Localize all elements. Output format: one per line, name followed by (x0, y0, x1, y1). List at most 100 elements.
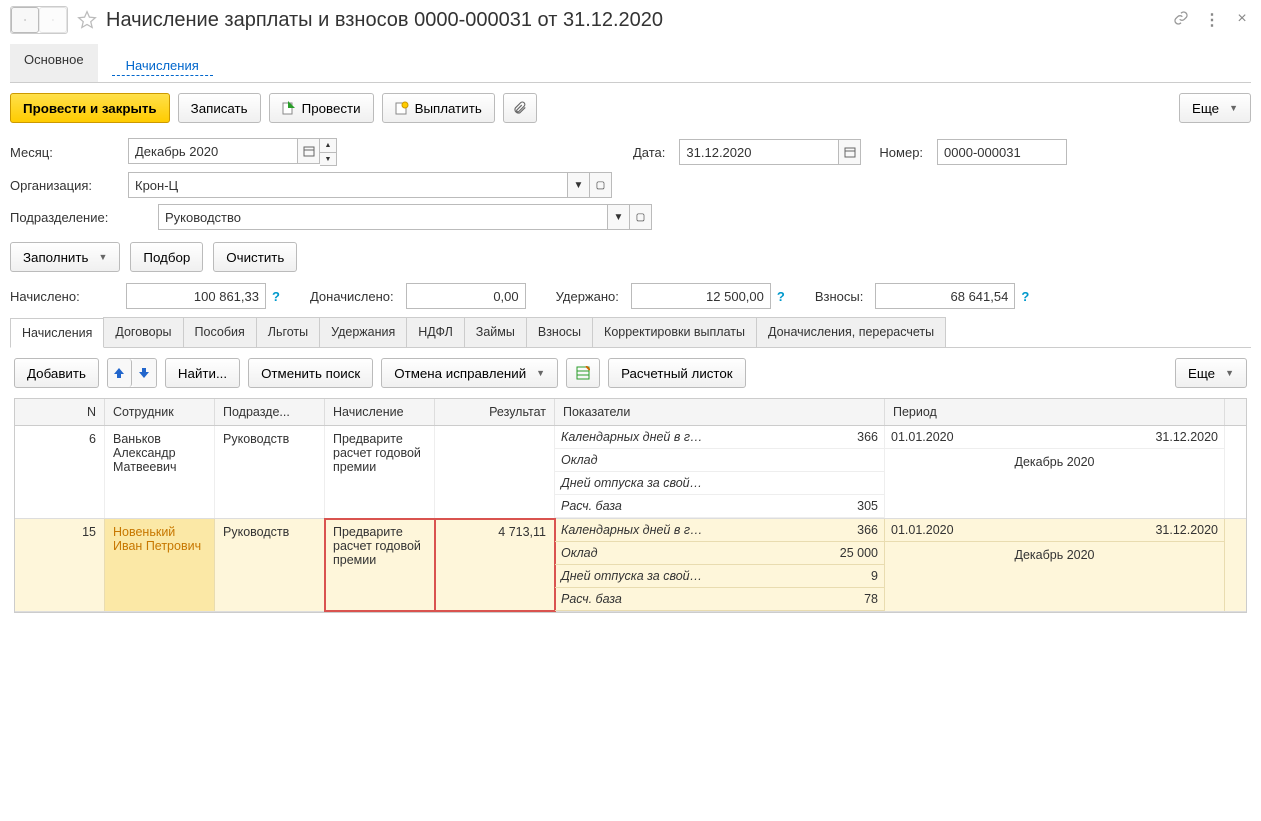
contrib-field[interactable]: 68 641,54 (875, 283, 1015, 309)
indicator-name: Календарных дней в г… (561, 430, 703, 444)
cancel-search-button[interactable]: Отменить поиск (248, 358, 373, 388)
accrued-help-icon[interactable]: ? (272, 289, 280, 304)
cell-period: 01.01.2020 31.12.2020 Декабрь 2020 (885, 519, 1225, 611)
cell-period: 01.01.202031.12.2020Декабрь 2020 (885, 426, 1225, 518)
nav-back-button[interactable] (11, 7, 39, 33)
indicator-value: 305 (857, 499, 878, 513)
clear-button[interactable]: Очистить (213, 242, 297, 272)
period-to: 31.12.2020 (1155, 430, 1218, 444)
save-button[interactable]: Записать (178, 93, 261, 123)
section-tab-5[interactable]: НДФЛ (406, 317, 465, 347)
grid-settings-button[interactable] (566, 358, 600, 388)
section-tab-1[interactable]: Договоры (103, 317, 183, 347)
section-tab-7[interactable]: Взносы (526, 317, 593, 347)
cell-employee: Новенький Иван Петрович (105, 519, 215, 611)
pay-button[interactable]: Выплатить (382, 93, 495, 123)
section-tab-9[interactable]: Доначисления, перерасчеты (756, 317, 946, 347)
indicator-name: Расч. база (561, 499, 622, 513)
attach-button[interactable] (503, 93, 537, 123)
col-header-period[interactable]: Период (885, 399, 1225, 425)
section-tab-0[interactable]: Начисления (10, 318, 104, 348)
close-icon[interactable]: × (1233, 10, 1251, 30)
top-tab-accruals[interactable]: Начисления (112, 50, 213, 76)
section-tab-4[interactable]: Удержания (319, 317, 407, 347)
org-label: Организация: (10, 178, 120, 193)
dept-field[interactable]: Руководство (158, 204, 608, 230)
add-row-button[interactable]: Добавить (14, 358, 99, 388)
section-tab-3[interactable]: Льготы (256, 317, 320, 347)
table-row[interactable]: 6Ваньков Александр МатвеевичРуководствПр… (15, 426, 1246, 519)
favorite-star-icon[interactable] (76, 9, 98, 31)
period-label: Декабрь 2020 (885, 542, 1224, 568)
withheld-help-icon[interactable]: ? (777, 289, 785, 304)
date-field[interactable]: 31.12.2020 (679, 139, 839, 165)
post-icon (282, 101, 296, 115)
window-title: Начисление зарплаты и взносов 0000-00003… (106, 9, 1165, 32)
top-tab-main[interactable]: Основное (10, 44, 98, 82)
find-button[interactable]: Найти... (165, 358, 240, 388)
indicator-name: Календарных дней в г… (561, 523, 703, 537)
indicator-value: 366 (857, 523, 878, 537)
accrued-field[interactable]: 100 861,33 (126, 283, 266, 309)
addaccrued-label: Доначислено: (310, 289, 394, 304)
cell-accrual: Предварите расчет годовой премии (325, 519, 435, 611)
period-from: 01.01.2020 (891, 523, 954, 537)
indicator-name: Расч. база (561, 592, 622, 606)
indicator-name: Оклад (561, 546, 598, 560)
table-row[interactable]: 15Новенький Иван ПетровичРуководствПредв… (15, 519, 1246, 612)
period-label: Декабрь 2020 (885, 449, 1224, 475)
org-open-icon[interactable]: ▢ (590, 172, 612, 198)
cell-accrual: Предварите расчет годовой премии (325, 426, 435, 518)
payslip-button[interactable]: Расчетный листок (608, 358, 746, 388)
indicator-value: 25 000 (840, 546, 878, 560)
cell-n: 15 (15, 519, 105, 611)
section-tab-8[interactable]: Корректировки выплаты (592, 317, 757, 347)
pick-button[interactable]: Подбор (130, 242, 203, 272)
cancel-fix-button[interactable]: Отмена исправлений▼ (381, 358, 558, 388)
col-header-employee[interactable]: Сотрудник (105, 399, 215, 425)
dept-open-icon[interactable]: ▢ (630, 204, 652, 230)
section-tab-6[interactable]: Займы (464, 317, 527, 347)
grid-more-button[interactable]: Еще▼ (1175, 358, 1247, 388)
cell-indicators: Календарных дней в г… 366 Оклад Дней отпуск… (555, 426, 885, 518)
move-down-button[interactable] (132, 359, 156, 387)
month-field[interactable]: Декабрь 2020 (128, 138, 298, 164)
indicator-value: 9 (871, 569, 878, 583)
more-menu-icon[interactable]: ⋮ (1203, 10, 1221, 30)
link-icon[interactable] (1173, 10, 1191, 30)
withheld-field[interactable]: 12 500,00 (631, 283, 771, 309)
indicator-name: Дней отпуска за свой… (561, 476, 702, 490)
number-field[interactable]: 0000-000031 (937, 139, 1067, 165)
withheld-label: Удержано: (556, 289, 619, 304)
month-up[interactable]: ▲ (320, 139, 336, 152)
cell-dept: Руководств (215, 519, 325, 611)
move-up-button[interactable] (108, 359, 132, 387)
fill-button[interactable]: Заполнить▼ (10, 242, 120, 272)
org-field[interactable]: Крон-Ц (128, 172, 568, 198)
pay-icon (395, 101, 409, 115)
cell-n: 6 (15, 426, 105, 518)
addaccrued-field[interactable]: 0,00 (406, 283, 526, 309)
nav-forward-button[interactable] (39, 7, 67, 33)
cell-dept: Руководств (215, 426, 325, 518)
col-header-result[interactable]: Результат (435, 399, 555, 425)
post-and-close-button[interactable]: Провести и закрыть (10, 93, 170, 123)
dept-label: Подразделение: (10, 210, 150, 225)
period-to: 31.12.2020 (1155, 523, 1218, 537)
indicator-name: Оклад (561, 453, 598, 467)
month-down[interactable]: ▼ (320, 152, 336, 165)
org-dropdown-icon[interactable]: ▼ (568, 172, 590, 198)
col-header-n[interactable]: N (15, 399, 105, 425)
col-header-indicators[interactable]: Показатели (555, 399, 885, 425)
more-button[interactable]: Еще▼ (1179, 93, 1251, 123)
indicator-value: 366 (857, 430, 878, 444)
dept-dropdown-icon[interactable]: ▼ (608, 204, 630, 230)
col-header-dept[interactable]: Подразде... (215, 399, 325, 425)
section-tab-2[interactable]: Пособия (183, 317, 257, 347)
cell-result (435, 426, 555, 518)
post-button[interactable]: Провести (269, 93, 374, 123)
date-calendar-icon[interactable] (839, 139, 861, 165)
col-header-accrual[interactable]: Начисление (325, 399, 435, 425)
calendar-icon[interactable] (298, 138, 320, 164)
contrib-help-icon[interactable]: ? (1021, 289, 1029, 304)
